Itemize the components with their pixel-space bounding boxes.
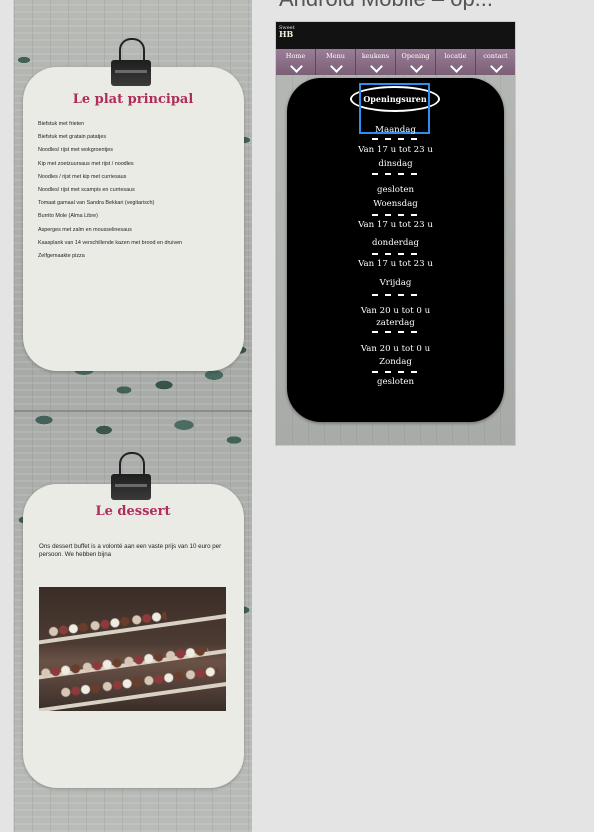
chevron-down-icon	[369, 60, 383, 73]
list-item: Kip met zoetzuursaus met rijst / noodles	[38, 160, 134, 167]
logo-line-2: HB	[279, 29, 294, 39]
nav-label: keukens	[361, 52, 390, 60]
nav-label: locatie	[444, 52, 467, 60]
page-divider	[14, 410, 252, 412]
nav-opening[interactable]: Opening	[396, 49, 436, 75]
list-item: Noodles/ rijst met scampis en curriesaus	[38, 186, 135, 193]
binder-clip-icon	[111, 452, 151, 502]
nav-label: Opening	[401, 52, 430, 60]
hours-line: Van 20 u tot 0 u	[360, 306, 431, 316]
chevron-down-icon	[449, 60, 463, 73]
separator-dashes	[372, 253, 418, 255]
hours-line: dinsdag	[378, 159, 413, 169]
nav-home[interactable]: Home	[276, 49, 316, 75]
nav-label: contact	[483, 52, 508, 60]
nav-label: Home	[285, 52, 306, 60]
binder-clip-icon	[111, 38, 151, 88]
hours-line: donderdag	[371, 238, 420, 248]
hours-line: Van 20 u tot 0 u	[360, 344, 431, 354]
list-item: Biefstuk met gratain patatjes	[38, 134, 107, 141]
list-item: Tomaat gamaal van Sandra Bekkari (vegita…	[38, 200, 155, 207]
hours-line: Maandag	[375, 125, 416, 135]
list-item: Zelfgemaakte pizza	[38, 252, 85, 259]
separator-dashes	[372, 294, 418, 296]
site-logo[interactable]: Sweet HB	[279, 25, 313, 47]
site-header: Sweet HB	[276, 22, 515, 49]
hours-line: gesloten	[377, 185, 414, 195]
mobile-preview: Sweet HB Home Menu keukens Opening locat…	[275, 21, 516, 446]
list-item: Burrito Mole (Alma Libre)	[38, 213, 98, 220]
chevron-down-icon	[289, 60, 303, 73]
list-item: Noodles / rijst met kip met curriesaus	[38, 173, 127, 180]
nav-locatie[interactable]: locatie	[436, 49, 476, 75]
hours-line: gesloten	[377, 377, 414, 387]
list-item: Biefstuk met frieten	[38, 121, 85, 127]
dessert-title: Le dessert	[95, 504, 171, 519]
hours-line: Van 17 u tot 23 u	[358, 259, 433, 269]
chevron-down-icon	[329, 60, 343, 73]
separator-dashes	[372, 214, 418, 216]
list-item: Noodles/ rijst met wokgroentjes	[38, 147, 113, 154]
chevron-down-icon	[409, 60, 423, 73]
hours-line: Zondag	[379, 357, 412, 367]
list-item: Kaasplank van 14 verschillende kazen met…	[38, 239, 183, 246]
main-nav: Home Menu keukens Opening locatie contac…	[276, 49, 515, 75]
chevron-down-icon	[489, 60, 503, 73]
separator-dashes	[372, 331, 418, 333]
separator-dashes	[372, 138, 418, 140]
nav-keukens[interactable]: keukens	[356, 49, 396, 75]
nav-contact[interactable]: contact	[476, 49, 515, 75]
list-item: Asperges met zalm en mousselinesaus	[38, 226, 132, 233]
main-course-title: Le plat principal	[72, 92, 194, 107]
hours-line: Vrijdag	[379, 278, 412, 288]
separator-dashes	[372, 173, 418, 175]
hours-line: zaterdag	[376, 318, 415, 328]
dessert-description: Ons dessert buffet is a volonté aan een …	[39, 543, 222, 558]
main-course-list: Biefstuk met frieten Biefstuk met gratai…	[38, 118, 182, 263]
separator-dashes	[372, 371, 418, 373]
window-title: Android Mobile – op...	[279, 0, 594, 10]
dessert-buffet-image	[39, 587, 226, 711]
nav-menu[interactable]: Menu	[316, 49, 356, 75]
hours-line: Van 17 u tot 23 u	[358, 220, 433, 230]
hours-line: Van 17 u tot 23 u	[358, 145, 433, 155]
nav-label: Menu	[326, 52, 345, 60]
hours-line: Woensdag	[373, 199, 418, 209]
